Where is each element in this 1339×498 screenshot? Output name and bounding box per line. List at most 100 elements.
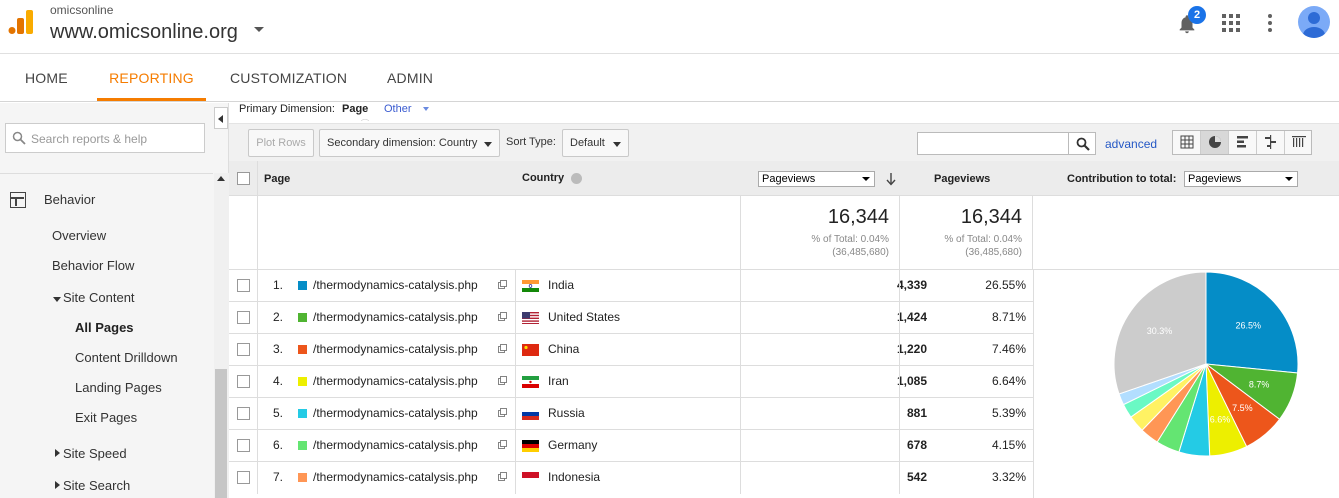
external-link-icon[interactable] xyxy=(498,440,507,449)
external-link-icon[interactable] xyxy=(498,408,507,417)
advanced-filter-link[interactable]: advanced xyxy=(1105,137,1157,151)
pivot-view-icon xyxy=(1292,136,1306,147)
column-header-page[interactable]: Page xyxy=(264,173,290,185)
table-row[interactable]: 6. /thermodynamics-catalysis.php Germany 67… xyxy=(229,429,1033,462)
sidebar-item-site-content[interactable]: Site Content xyxy=(63,290,135,305)
row-checkbox[interactable] xyxy=(237,407,250,420)
country-link[interactable]: China xyxy=(548,334,579,365)
page-link[interactable]: /thermodynamics-catalysis.php xyxy=(313,366,478,397)
table-filter-input[interactable] xyxy=(917,132,1069,155)
page-link[interactable]: /thermodynamics-catalysis.php xyxy=(313,334,478,365)
sidebar-item-landing-pages[interactable]: Landing Pages xyxy=(75,380,162,395)
table-row[interactable]: 5. /thermodynamics-catalysis.php Russia 881… xyxy=(229,397,1033,430)
page-link[interactable]: /thermodynamics-catalysis.php xyxy=(313,398,478,429)
sidebar-scrollbar[interactable] xyxy=(214,173,229,498)
table-row[interactable]: 4. /thermodynamics-catalysis.php Iran 1,085… xyxy=(229,365,1033,398)
total-percent-2: % of Total: 0.04% xyxy=(944,234,1022,245)
secondary-dimension-value: Secondary dimension: Country xyxy=(327,137,478,149)
sidebar-item-behavior-flow[interactable]: Behavior Flow xyxy=(52,258,134,273)
contribution-label: Contribution to total: xyxy=(1067,173,1177,185)
external-link-icon[interactable] xyxy=(498,472,507,481)
secondary-dimension-select[interactable]: Secondary dimension: Country xyxy=(319,129,500,157)
page-link[interactable]: /thermodynamics-catalysis.php xyxy=(313,430,478,461)
scrollbar-thumb[interactable] xyxy=(215,369,227,498)
collapse-sidebar-button[interactable] xyxy=(214,107,228,129)
notifications-badge[interactable]: 2 xyxy=(1188,6,1206,24)
row-checkbox[interactable] xyxy=(237,343,250,356)
table-row[interactable]: 2. /thermodynamics-catalysis.php United St… xyxy=(229,301,1033,334)
sort-type-select[interactable]: Default xyxy=(562,129,629,157)
tab-admin[interactable]: ADMIN xyxy=(387,55,433,101)
account-name[interactable]: omicsonline xyxy=(50,3,113,17)
page-link[interactable]: /thermodynamics-catalysis.php xyxy=(313,462,478,493)
sidebar-item-all-pages[interactable]: All Pages xyxy=(75,320,134,335)
apps-grid-icon[interactable] xyxy=(1222,14,1240,32)
view-percentage-button[interactable] xyxy=(1201,131,1229,154)
row-checkbox[interactable] xyxy=(237,279,250,292)
external-link-icon[interactable] xyxy=(498,312,507,321)
sort-descending-icon[interactable] xyxy=(886,172,896,186)
select-all-checkbox[interactable] xyxy=(237,172,250,185)
pageviews-percent: 6.64% xyxy=(991,374,1026,388)
row-checkbox[interactable] xyxy=(237,471,250,484)
country-link[interactable]: Iran xyxy=(548,366,569,397)
external-link-icon[interactable] xyxy=(498,344,507,353)
contribution-select[interactable]: Pageviews xyxy=(1184,171,1298,187)
table-row[interactable]: 1. /thermodynamics-catalysis.php India 4,33… xyxy=(229,269,1033,302)
country-link[interactable]: United States xyxy=(548,302,620,333)
cell-divider xyxy=(899,430,900,462)
property-name[interactable]: www.omicsonline.org xyxy=(50,21,238,44)
column-header-pageviews[interactable]: Pageviews xyxy=(934,173,990,185)
tab-customization[interactable]: CUSTOMIZATION xyxy=(230,55,347,101)
row-checkbox[interactable] xyxy=(237,375,250,388)
tab-home[interactable]: HOME xyxy=(25,55,68,101)
property-dropdown-icon[interactable] xyxy=(254,27,264,32)
sidebar-item-site-search[interactable]: Site Search xyxy=(63,478,130,493)
country-link[interactable]: Russia xyxy=(548,398,585,429)
tab-reporting[interactable]: REPORTING xyxy=(97,55,206,101)
scroll-up-icon[interactable] xyxy=(217,176,225,181)
user-avatar[interactable] xyxy=(1298,6,1330,38)
cell-divider xyxy=(740,334,741,366)
cell-divider xyxy=(899,270,900,302)
sidebar-item-content-drilldown[interactable]: Content Drilldown xyxy=(75,350,178,365)
view-data-table-button[interactable] xyxy=(1173,131,1201,154)
plot-rows-button[interactable]: Plot Rows xyxy=(248,129,314,157)
view-performance-button[interactable] xyxy=(1229,131,1257,154)
sidebar: Search reports & help Behavior Overview … xyxy=(0,103,229,498)
table-row[interactable]: 3. /thermodynamics-catalysis.php China 1,22… xyxy=(229,333,1033,366)
country-link[interactable]: Indonesia xyxy=(548,462,600,493)
sidebar-item-site-speed[interactable]: Site Speed xyxy=(63,446,127,461)
filter-search-button[interactable] xyxy=(1068,132,1096,155)
table-row[interactable]: 7. /thermodynamics-catalysis.php Indonesia… xyxy=(229,461,1033,494)
page-link[interactable]: /thermodynamics-catalysis.php xyxy=(313,270,478,301)
row-checkbox[interactable] xyxy=(237,439,250,452)
analytics-logo-icon[interactable] xyxy=(8,9,34,35)
country-link[interactable]: India xyxy=(548,270,574,301)
remove-secondary-dimension-icon[interactable] xyxy=(571,173,582,184)
page-link[interactable]: /thermodynamics-catalysis.php xyxy=(313,302,478,333)
table-header: Page Country Pageviews Pageviews Contrib… xyxy=(229,161,1339,196)
view-comparison-button[interactable] xyxy=(1257,131,1285,154)
cell-divider xyxy=(515,270,516,302)
search-input[interactable]: Search reports & help xyxy=(5,123,205,153)
sidebar-item-exit-pages[interactable]: Exit Pages xyxy=(75,410,137,425)
other-dropdown-icon[interactable] xyxy=(423,107,429,111)
view-pivot-button[interactable] xyxy=(1285,131,1313,154)
sidebar-item-behavior[interactable]: Behavior xyxy=(44,192,95,207)
expand-down-icon[interactable] xyxy=(53,297,61,302)
row-number: 6. xyxy=(273,438,284,452)
external-link-icon[interactable] xyxy=(498,280,507,289)
external-link-icon[interactable] xyxy=(498,376,507,385)
expand-right-icon[interactable] xyxy=(55,481,60,489)
column-header-country[interactable]: Country xyxy=(522,172,564,184)
primary-dimension-page[interactable]: Page xyxy=(342,103,368,115)
country-link[interactable]: Germany xyxy=(548,430,597,461)
expand-right-icon[interactable] xyxy=(55,449,60,457)
primary-dimension-other[interactable]: Other xyxy=(384,103,412,115)
chevron-down-icon xyxy=(862,177,870,181)
more-vert-icon[interactable] xyxy=(1263,12,1277,34)
row-checkbox[interactable] xyxy=(237,311,250,324)
sidebar-item-overview[interactable]: Overview xyxy=(52,228,106,243)
metric-select[interactable]: Pageviews xyxy=(758,171,875,187)
